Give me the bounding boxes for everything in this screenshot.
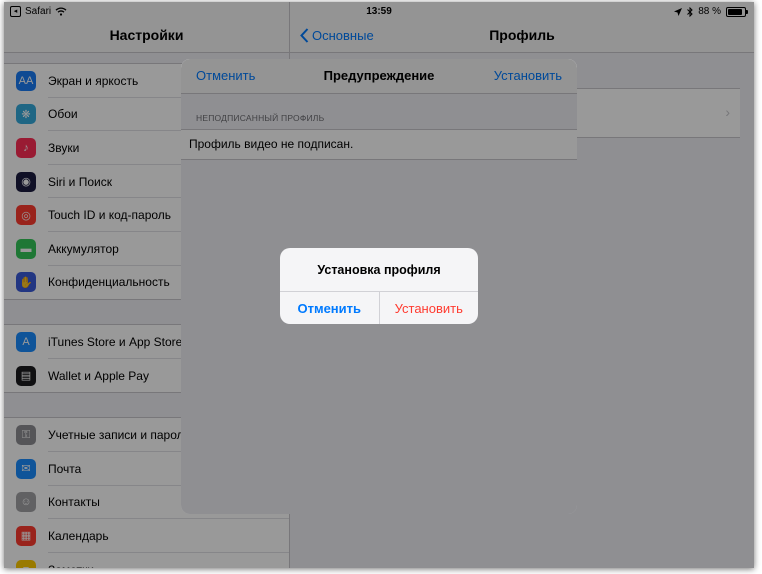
alert-buttons: Отменить Установить xyxy=(280,291,478,324)
alert-cancel-button[interactable]: Отменить xyxy=(280,292,380,324)
alert-title: Установка профиля xyxy=(317,263,441,277)
ipad-screen: ◂ Safari 13:59 88 % Настройки AA Экран и … xyxy=(4,2,754,568)
install-profile-alert: Установка профиля Отменить Установить xyxy=(280,248,478,324)
alert-install-button[interactable]: Установить xyxy=(380,292,479,324)
